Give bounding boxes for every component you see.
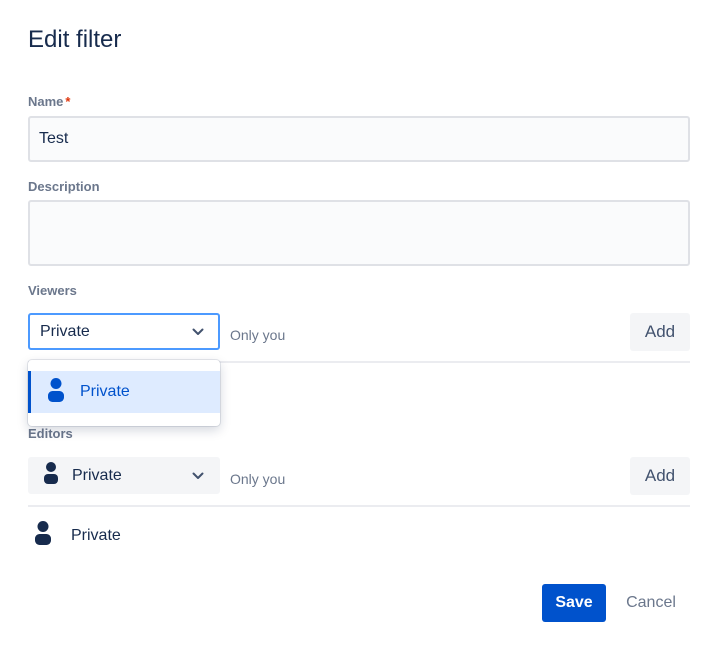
chevron-down-icon: [188, 466, 208, 486]
viewers-dropdown-menu: Private: [28, 360, 220, 426]
dialog-title: Edit filter: [28, 26, 122, 53]
editor-list-item: Private: [35, 521, 121, 550]
viewers-option-private[interactable]: Private: [28, 371, 220, 413]
description-label: Description: [28, 179, 100, 194]
editors-divider: [28, 505, 690, 507]
editors-label: Editors: [28, 426, 73, 441]
person-icon: [48, 377, 64, 407]
required-marker: *: [65, 94, 71, 109]
viewers-hint: Only you: [230, 327, 286, 343]
name-label: Name *: [28, 94, 70, 109]
editors-hint: Only you: [230, 471, 286, 487]
person-icon: [35, 521, 51, 550]
save-button[interactable]: Save: [542, 584, 606, 622]
editors-selected-value: Private: [72, 466, 122, 484]
name-input[interactable]: [28, 116, 690, 162]
editor-item-label: Private: [71, 526, 121, 544]
viewers-select[interactable]: Private: [28, 313, 220, 350]
viewers-add-button[interactable]: Add: [630, 313, 690, 351]
viewers-selected-value: Private: [40, 322, 90, 340]
cancel-button[interactable]: Cancel: [614, 584, 688, 622]
viewers-label: Viewers: [28, 283, 77, 298]
editors-select[interactable]: Private: [28, 457, 220, 494]
chevron-down-icon: [188, 322, 208, 342]
editors-add-button[interactable]: Add: [630, 457, 690, 495]
description-input[interactable]: [28, 200, 690, 266]
viewers-option-label: Private: [80, 383, 130, 400]
name-label-text: Name: [28, 94, 64, 109]
person-icon: [44, 462, 58, 489]
